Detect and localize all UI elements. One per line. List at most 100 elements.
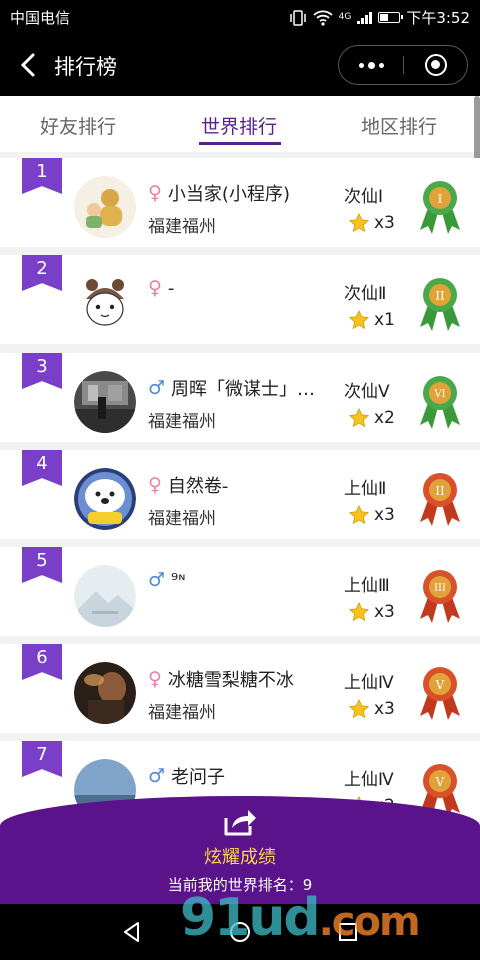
star-icon [348,504,370,525]
list-item[interactable]: 2 ♀ - 次仙Ⅱ x1 II [0,255,480,344]
player-name: 老问子 [171,767,226,788]
avatar [74,273,136,335]
player-name: 小当家(小程序) [167,184,290,205]
player-title: 上仙Ⅳ [344,673,394,693]
avatar [74,176,136,238]
avatar [74,565,136,627]
list-item[interactable]: 4 ♀ 自然卷- 福建福州 上仙Ⅱ x3 II [0,450,480,539]
avatar [74,468,136,530]
star-count: x2 [348,407,395,429]
star-multiplier: x3 [374,602,395,622]
star-icon [348,698,370,719]
rank-badge: 1 [22,158,62,194]
close-mini-program-icon[interactable] [425,54,447,76]
star-icon [348,601,370,622]
avatar [74,662,136,724]
watermark-text: 91ud [180,888,321,948]
carrier-label: 中国电信 [10,9,71,27]
vibrate-icon [289,9,306,26]
medal-icon: III [420,570,460,623]
list-item[interactable]: 1 ♀ 小当家(小程序) 福建福州 次仙Ⅰ x3 I [0,158,480,247]
capsule-divider [403,56,404,74]
player-name-line: ♀ 冰糖雪梨糖不冰 [148,666,294,692]
player-name-line: ♂ 老问子 [148,763,225,789]
wifi-icon [312,10,333,26]
female-icon: ♀ [148,474,162,496]
list-item[interactable]: 6 ♀ 冰糖雪梨糖不冰 福建福州 上仙Ⅳ x3 V [0,644,480,733]
tab-friends[interactable]: 好友排行 [40,112,116,139]
share-icon[interactable] [222,806,258,838]
medal-icon: V [420,667,460,720]
player-title: 次仙Ⅰ [344,187,384,207]
medal-icon: I [420,181,460,234]
medal-icon: II [420,473,460,526]
medal-numeral: VI [433,389,445,400]
mini-program-capsule [338,45,468,85]
rank-badge: 6 [22,644,62,680]
player-region: 福建福州 [148,412,216,432]
list-item[interactable]: 3 ♂ 周晖「微谋士」… 福建福州 次仙Ⅴ x2 VI [0,353,480,442]
star-count: x1 [348,309,395,331]
star-count: x3 [348,212,395,234]
star-count: x3 [348,601,395,623]
star-icon [348,212,370,233]
tab-world[interactable]: 世界排行 [201,112,277,139]
star-count: x3 [348,698,395,720]
star-count: x3 [348,504,395,526]
player-name-line: ♀ - [148,277,174,299]
share-button[interactable]: 炫耀成绩 [0,843,480,869]
back-arrow-icon[interactable] [14,50,44,80]
star-multiplier: x1 [374,310,395,330]
clock: 下午3:52 [406,9,470,27]
star-icon [348,407,370,428]
rank-badge: 7 [22,741,62,777]
player-name: 周晖「微谋士」… [171,379,316,400]
tab-region[interactable]: 地区排行 [361,112,437,139]
female-icon: ♀ [148,182,162,204]
nav-bar: 排行榜 [0,34,480,96]
female-icon: ♀ [148,668,162,690]
star-multiplier: x3 [374,505,395,525]
rank-badge: 3 [22,353,62,389]
player-title: 次仙Ⅴ [344,382,390,402]
player-region: 福建福州 [148,217,216,237]
rank-badge: 4 [22,450,62,486]
star-multiplier: x2 [374,408,395,428]
male-icon: ♂ [148,569,166,591]
rank-badge: 2 [22,255,62,291]
more-menu-icon[interactable] [339,46,403,84]
medal-icon: VI [420,376,460,429]
list-item[interactable]: 5 ♂ ⁹ᶰ 上仙Ⅲ x3 III [0,547,480,636]
player-name: 自然卷- [167,476,229,497]
active-tab-indicator [199,142,281,145]
player-name-line: ♀ 小当家(小程序) [148,180,290,206]
medal-icon: II [420,278,460,331]
medal-numeral: II [435,484,445,498]
player-name-line: ♀ 自然卷- [148,472,228,498]
player-name-line: ♂ 周晖「微谋士」… [148,375,315,401]
site-watermark: 91ud.com [180,888,421,948]
player-title: 上仙Ⅲ [344,576,390,596]
player-name: ⁹ᶰ [171,569,186,591]
status-bar: 中国电信 4G 下午3:52 [0,0,480,34]
star-multiplier: x3 [374,699,395,719]
medal-numeral: V [435,775,445,789]
medal-numeral: V [435,678,445,692]
female-icon: ♀ [148,277,162,299]
rank-badge: 5 [22,547,62,583]
player-title: 上仙Ⅳ [344,770,394,790]
signal-icon [357,11,373,24]
male-icon: ♂ [148,377,166,399]
battery-icon [378,12,404,23]
player-region: 福建福州 [148,509,216,529]
star-multiplier: x3 [374,213,395,233]
male-icon: ♂ [148,765,166,787]
avatar [74,371,136,433]
player-name: - [167,277,175,299]
player-name: 冰糖雪梨糖不冰 [167,670,294,691]
watermark-suffix: .com [318,899,421,945]
player-title: 上仙Ⅱ [344,479,387,499]
back-icon[interactable] [120,920,144,944]
ranking-tabs: 好友排行 世界排行 地区排行 [0,96,480,152]
player-name-line: ♂ ⁹ᶰ [148,569,186,591]
